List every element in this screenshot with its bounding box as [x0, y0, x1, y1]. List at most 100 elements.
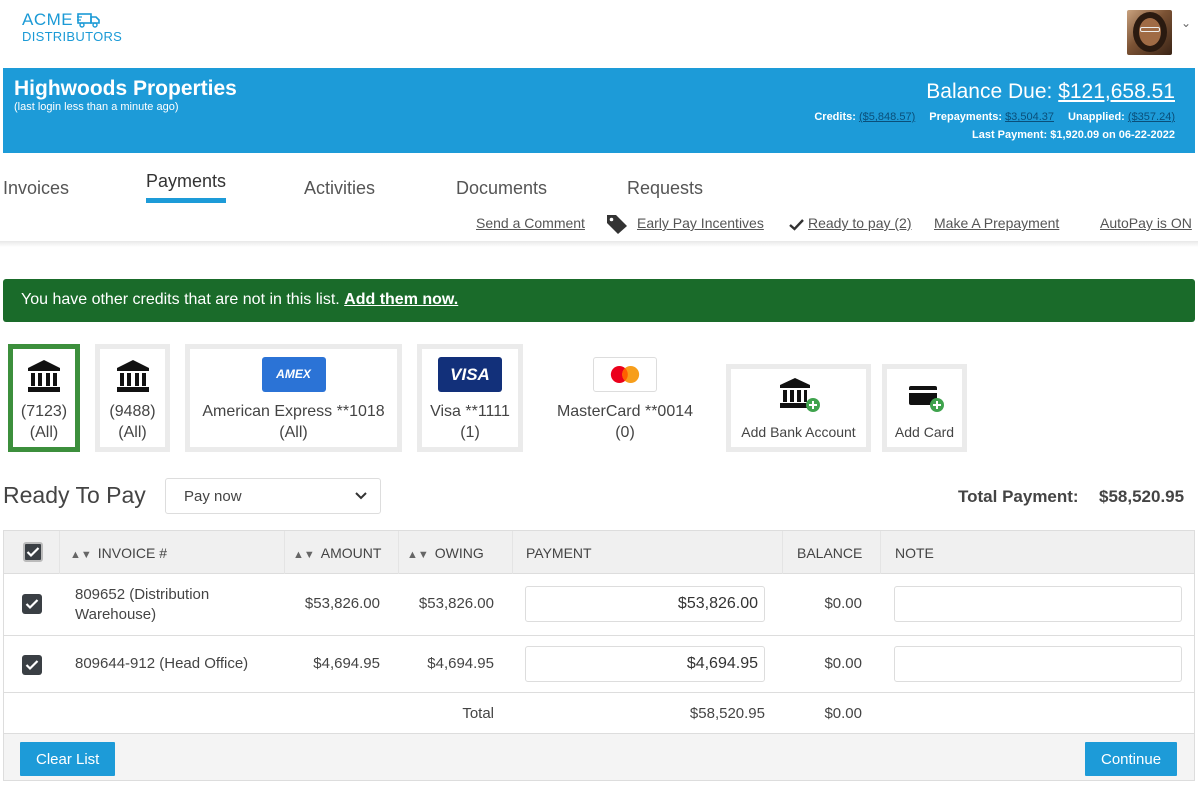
total-balance-sum: $0.00	[824, 705, 862, 722]
prepayments-link[interactable]: $3,504.37	[1005, 111, 1054, 123]
payment-method-scope: (1)	[460, 424, 480, 441]
bank-icon	[28, 360, 60, 392]
user-avatar[interactable]	[1127, 10, 1172, 55]
payment-amount-value: $4,694.95	[686, 655, 758, 672]
chevron-down-icon[interactable]: ⌄	[1181, 16, 1191, 30]
invoice-balance: $0.00	[824, 655, 862, 672]
payment-method-label: (9488)	[109, 403, 156, 420]
note-input[interactable]	[894, 646, 1182, 682]
sort-icon: ▲▼	[293, 549, 315, 561]
ready-to-pay-title: Ready To Pay	[3, 482, 146, 508]
quick-links: Send a Comment Early Pay Incentives Read…	[0, 215, 1198, 235]
acme-logo[interactable]: ACME DISTRIBUTORS	[22, 10, 122, 44]
logo-text-acme: ACME	[22, 10, 74, 29]
add-bank-icon	[779, 378, 820, 412]
bank-icon	[116, 360, 149, 392]
make-prepayment-link[interactable]: Make A Prepayment	[934, 215, 1059, 231]
tab-requests[interactable]: Requests	[627, 178, 703, 199]
autopay-link[interactable]: AutoPay is ON	[1100, 215, 1192, 231]
credits-link[interactable]: ($5,848.57)	[859, 111, 915, 123]
sort-icon: ▲▼	[407, 549, 429, 561]
payment-method-bank-9488[interactable]: (9488) (All)	[95, 344, 170, 452]
select-all-checkbox[interactable]	[23, 542, 43, 562]
tabs-divider	[0, 241, 1198, 247]
note-input[interactable]	[894, 586, 1182, 622]
credits-alert: You have other credits that are not in t…	[3, 279, 1195, 322]
payment-schedule-select[interactable]: Pay now	[165, 478, 381, 514]
payment-method-scope: (All)	[118, 424, 147, 441]
payment-method-mastercard-0014[interactable]: MasterCard **0014 (0)	[540, 344, 710, 452]
tab-payments[interactable]: Payments	[146, 171, 227, 203]
total-label: Total	[462, 705, 494, 722]
amex-logo: AMEX	[261, 357, 326, 392]
invoice-owing: $53,826.00	[418, 595, 494, 612]
truck-icon	[77, 13, 100, 28]
payment-method-label: (7123)	[20, 403, 68, 420]
balance-due-link[interactable]: $121,658.51	[1058, 80, 1175, 103]
payment-method-scope: (0)	[615, 424, 635, 441]
top-bar: ACME DISTRIBUTORS ⌄	[0, 0, 1198, 66]
tag-icon	[607, 215, 627, 234]
checkmark-icon	[789, 219, 804, 231]
add-credits-link[interactable]: Add them now.	[344, 291, 458, 308]
table-header: ▲▼ INVOICE # ▲▼ AMOUNT ▲▼ OWING PAYMENT BAL…	[4, 531, 1194, 574]
payment-method-label: Visa **1111	[430, 403, 510, 420]
invoice-number[interactable]: 809644-912 (Head Office)	[75, 655, 248, 672]
invoice-payment-table: ▲▼ INVOICE # ▲▼ AMOUNT ▲▼ OWING PAYMENT BAL…	[3, 530, 1195, 781]
payment-method-amex-1018[interactable]: AMEX American Express **1018 (All)	[185, 344, 402, 452]
mastercard-logo	[593, 357, 657, 392]
invoice-owing: $4,694.95	[427, 655, 494, 672]
early-pay-link[interactable]: Early Pay Incentives	[637, 215, 764, 231]
send-comment-link[interactable]: Send a Comment	[476, 215, 585, 231]
table-row: 809652 (Distribution Warehouse) $53,826.…	[4, 574, 1194, 636]
payment-method-bank-7123[interactable]: (7123) (All)	[8, 344, 80, 452]
column-header-amount-label: AMOUNT	[320, 545, 382, 561]
row-checkbox[interactable]	[22, 655, 42, 675]
column-header-payment: PAYMENT	[526, 545, 592, 561]
logo-text-distributors: DISTRIBUTORS	[22, 29, 123, 44]
unapplied-label: Unapplied:	[1068, 111, 1125, 123]
prepayments-stat: Prepayments: $3,504.37	[929, 111, 1054, 123]
company-name: Highwoods Properties	[14, 77, 237, 100]
credits-label: Credits:	[814, 111, 856, 123]
add-bank-account-button[interactable]: Add Bank Account	[726, 364, 871, 452]
checkmark-icon	[26, 547, 40, 558]
column-header-owing[interactable]: ▲▼ OWING	[407, 545, 484, 561]
payment-amount-input[interactable]: $4,694.95	[525, 646, 765, 682]
clear-list-button[interactable]: Clear List	[20, 742, 116, 776]
payment-amount-input[interactable]: $53,826.00	[525, 586, 765, 622]
invoice-amount: $4,694.95	[313, 655, 380, 672]
credits-stat: Credits: ($5,848.57)	[814, 111, 915, 123]
chevron-down-icon	[355, 492, 367, 500]
invoice-number-line: 809652 (Distribution	[75, 586, 210, 603]
sort-icon: ▲▼	[70, 549, 92, 561]
table-footer: Clear List Continue	[4, 734, 1194, 780]
tab-documents[interactable]: Documents	[456, 178, 547, 199]
column-header-owing-label: OWING	[434, 545, 484, 561]
invoice-number[interactable]: 809652 (Distribution Warehouse)	[75, 585, 209, 625]
continue-button[interactable]: Continue	[1085, 742, 1178, 776]
credits-alert-text: You have other credits that are not in t…	[21, 291, 340, 308]
balance-due-label: Balance Due:	[926, 80, 1053, 103]
column-header-balance: BALANCE	[797, 545, 863, 561]
column-header-invoice[interactable]: ▲▼ INVOICE #	[70, 545, 167, 561]
payment-method-label: American Express **1018	[202, 403, 385, 420]
tab-invoices[interactable]: Invoices	[3, 178, 69, 199]
add-bank-account-label: Add Bank Account	[741, 424, 856, 440]
row-checkbox[interactable]	[22, 594, 42, 614]
unapplied-link[interactable]: ($357.24)	[1128, 111, 1175, 123]
payment-method-label: MasterCard **0014	[556, 403, 694, 420]
checkmark-icon	[25, 660, 39, 671]
payment-method-visa-1111[interactable]: VISA Visa **1111 (1)	[417, 344, 523, 452]
payment-method-scope: (All)	[279, 424, 308, 441]
ready-to-pay-link[interactable]: Ready to pay (2)	[808, 215, 912, 231]
add-card-button[interactable]: Add Card	[882, 364, 967, 452]
total-payment-sum: $58,520.95	[689, 705, 765, 722]
column-header-amount[interactable]: ▲▼ AMOUNT	[293, 545, 381, 561]
balance-due: Balance Due: $121,658.51	[926, 80, 1175, 104]
account-stats: Credits: ($5,848.57) Prepayments: $3,504…	[814, 111, 1175, 123]
visa-logo: VISA	[438, 357, 502, 392]
total-payment-label: Total Payment:	[958, 487, 1079, 506]
payment-method-scope: (All)	[29, 424, 59, 441]
tab-activities[interactable]: Activities	[304, 178, 375, 199]
